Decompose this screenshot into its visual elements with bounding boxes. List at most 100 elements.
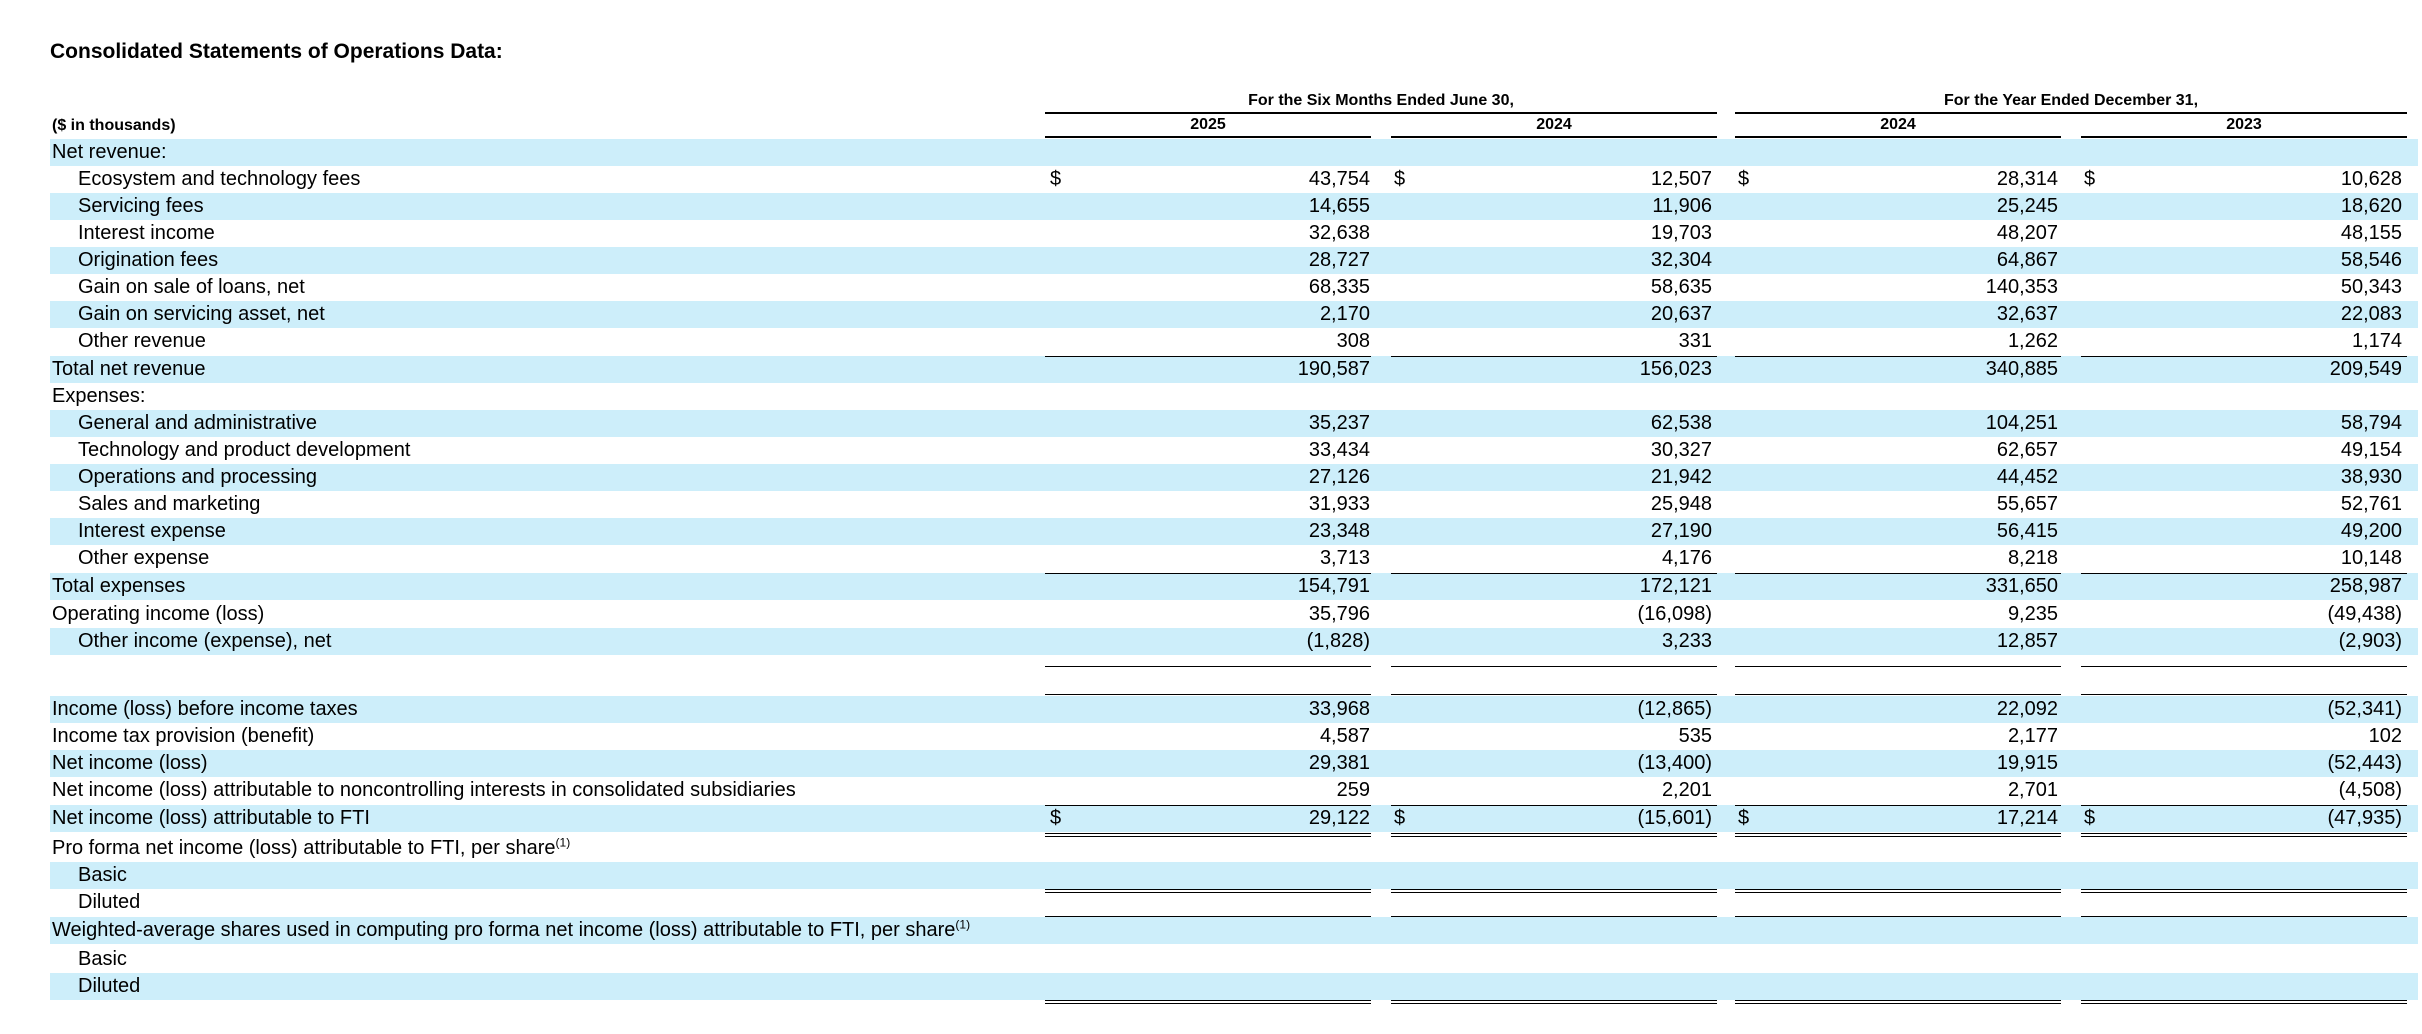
row-label: Gain on servicing asset, net bbox=[78, 301, 325, 328]
row-label: Pro forma net income (loss) attributable… bbox=[52, 835, 570, 862]
value-number: 259 bbox=[1336, 779, 1370, 801]
row-label: Basic bbox=[78, 946, 127, 973]
value-number: 32,637 bbox=[1996, 303, 2058, 325]
period-underline-year bbox=[1735, 112, 2407, 114]
column-underline bbox=[2081, 136, 2407, 138]
value-number: (13,400) bbox=[1637, 752, 1713, 774]
value-cell bbox=[2081, 835, 2407, 862]
value-number: 104,251 bbox=[1985, 412, 2058, 434]
value-number: 535 bbox=[1678, 725, 1712, 747]
value-number: 38,930 bbox=[2340, 466, 2402, 488]
value-number: (1,828) bbox=[1306, 630, 1370, 652]
value-number: 4,176 bbox=[1661, 547, 1712, 569]
row-label-text: Basic bbox=[78, 864, 127, 886]
value-number: (47,935) bbox=[2327, 807, 2403, 829]
table-row: Diluted bbox=[50, 973, 2418, 1004]
value-number: 28,314 bbox=[1996, 168, 2058, 190]
table-row: Pro forma net income (loss) attributable… bbox=[50, 835, 2418, 862]
value-cell bbox=[1391, 835, 1717, 862]
value-number: 56,415 bbox=[1996, 520, 2058, 542]
row-label: Technology and product development bbox=[78, 437, 410, 464]
value-cell bbox=[1735, 889, 2061, 920]
value-number: 23,348 bbox=[1308, 520, 1370, 542]
table-row: Ecosystem and technology fees $43,754 $12,… bbox=[50, 166, 2418, 193]
row-label: Other income (expense), net bbox=[78, 628, 331, 655]
value-cell bbox=[1045, 328, 1371, 355]
footnote-marker: (1) bbox=[555, 835, 571, 850]
value-number: 3,233 bbox=[1661, 630, 1712, 652]
value-number: 58,546 bbox=[2340, 249, 2402, 271]
value-number: 21,942 bbox=[1650, 466, 1712, 488]
row-label: Weighted-average shares used in computin… bbox=[52, 917, 970, 944]
value-number: 25,245 bbox=[1996, 195, 2058, 217]
row-label: Basic bbox=[78, 862, 127, 889]
period-header-year: For the Year Ended December 31, bbox=[1943, 92, 2199, 109]
value-cell bbox=[2081, 139, 2407, 166]
table-row: Total net revenue 190,587 156,023 340,885 20… bbox=[50, 356, 2418, 383]
value-number: 14,655 bbox=[1308, 195, 1370, 217]
row-label-text: General and administrative bbox=[78, 412, 318, 434]
row-label-text: Diluted bbox=[78, 975, 141, 997]
row-label-text: Gain on sale of loans, net bbox=[78, 276, 305, 298]
table-row bbox=[50, 666, 2418, 695]
value-number: 68,335 bbox=[1308, 276, 1370, 298]
value-number: 331,650 bbox=[1985, 575, 2058, 597]
value-cell bbox=[1045, 835, 1371, 862]
currency-symbol: $ bbox=[1050, 168, 1062, 190]
currency-symbol: $ bbox=[1738, 807, 1750, 829]
table-row: Net income (loss) 29,381 (13,400) 19,915 (52… bbox=[50, 750, 2418, 777]
row-label: General and administrative bbox=[78, 410, 317, 437]
value-number: 32,304 bbox=[1650, 249, 1712, 271]
table-row: Operating income (loss) 35,796 (16,098) 9,2… bbox=[50, 601, 2418, 628]
row-label-text: Income tax provision (benefit) bbox=[52, 725, 315, 747]
value-number: 64,867 bbox=[1996, 249, 2058, 271]
value-number: 22,083 bbox=[2340, 303, 2402, 325]
row-label: Gain on sale of loans, net bbox=[78, 274, 305, 301]
value-number: 258,987 bbox=[2329, 575, 2402, 597]
value-cell bbox=[1735, 917, 2061, 944]
row-label-text: Technology and product development bbox=[78, 439, 411, 461]
column-header-year: 2024 bbox=[1536, 116, 1572, 133]
value-number: 20,637 bbox=[1650, 303, 1712, 325]
value-cell bbox=[1391, 383, 1717, 410]
table-row: Weighted-average shares used in computin… bbox=[50, 917, 2418, 944]
period-underline-six-months bbox=[1045, 112, 1717, 114]
value-cell bbox=[1735, 973, 2061, 1004]
value-number: 62,538 bbox=[1650, 412, 1712, 434]
value-number: 19,703 bbox=[1650, 222, 1712, 244]
table-row: Diluted bbox=[50, 889, 2418, 920]
table-row: Gain on servicing asset, net 2,170 20,637 3… bbox=[50, 301, 2418, 328]
row-label-text: Diluted bbox=[78, 891, 141, 913]
currency-symbol: $ bbox=[1394, 168, 1406, 190]
value-number: 27,126 bbox=[1308, 466, 1370, 488]
row-label: Sales and marketing bbox=[78, 491, 260, 518]
value-number: 44,452 bbox=[1996, 466, 2058, 488]
table-row: Servicing fees 14,655 11,906 25,245 18,620 bbox=[50, 193, 2418, 220]
row-label-text: Gain on servicing asset, net bbox=[78, 303, 325, 325]
value-number: (49,438) bbox=[2327, 603, 2403, 625]
currency-symbol: $ bbox=[1050, 807, 1062, 829]
row-label-text: Weighted-average shares used in computin… bbox=[52, 919, 956, 941]
column-header-year: 2025 bbox=[1190, 116, 1226, 133]
value-cell bbox=[1735, 383, 2061, 410]
value-cell bbox=[1391, 328, 1717, 355]
value-number: 30,327 bbox=[1650, 439, 1712, 461]
row-label: Diluted bbox=[78, 889, 140, 916]
column-header-year: 2023 bbox=[2226, 116, 2262, 133]
value-number: 29,381 bbox=[1308, 752, 1370, 774]
value-number: 1,174 bbox=[2351, 330, 2402, 352]
value-number: 43,754 bbox=[1308, 168, 1370, 190]
row-label-text: Net income (loss) attributable to FTI bbox=[52, 807, 370, 829]
row-label-text: Expenses: bbox=[52, 385, 146, 407]
value-cell bbox=[1391, 139, 1717, 166]
table-row: Other income (expense), net (1,828) 3,233 1… bbox=[50, 628, 2418, 655]
row-label-text: Total expenses bbox=[52, 575, 186, 597]
value-number: 62,657 bbox=[1996, 439, 2058, 461]
table-row: Basic bbox=[50, 946, 2418, 977]
table-row: Expenses: bbox=[50, 383, 2418, 410]
value-number: 308 bbox=[1336, 330, 1370, 352]
value-cell bbox=[1391, 723, 1717, 750]
row-label-text: Ecosystem and technology fees bbox=[78, 168, 361, 190]
row-label-text: Servicing fees bbox=[78, 195, 204, 217]
row-label-text: Net income (loss) attributable to noncon… bbox=[52, 779, 796, 801]
